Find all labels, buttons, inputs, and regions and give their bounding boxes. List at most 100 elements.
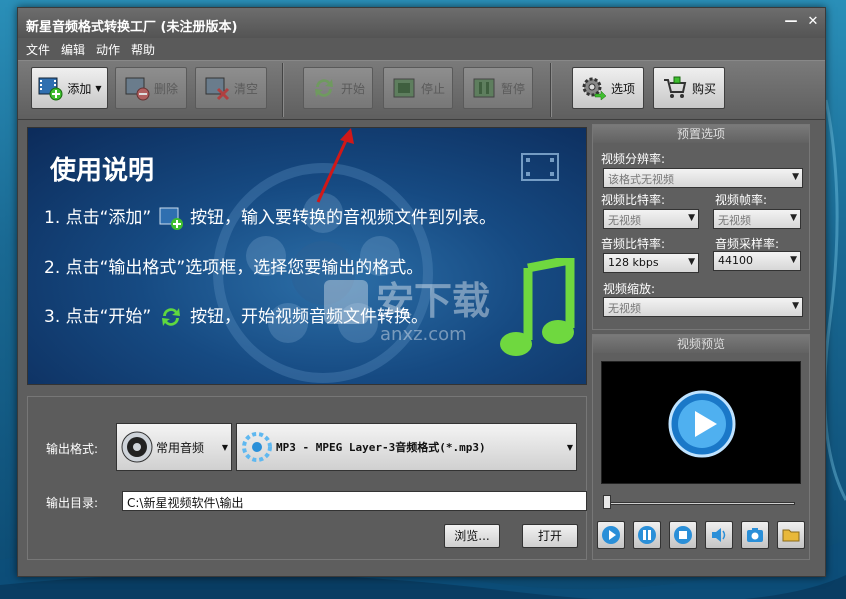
output-format-label: 输出格式: bbox=[46, 442, 99, 456]
close-button[interactable]: ✕ bbox=[803, 13, 823, 31]
format-value: MP3 - MPEG Layer-3音频格式(*.mp3) bbox=[276, 441, 486, 454]
toolbar-separator bbox=[550, 63, 552, 117]
refresh-arrows-icon bbox=[314, 79, 333, 97]
seek-slider-thumb[interactable] bbox=[603, 495, 611, 509]
remove-film-icon bbox=[125, 77, 150, 101]
video-fps-label: 视频帧率: bbox=[715, 193, 768, 207]
pause-icon bbox=[638, 526, 656, 544]
toolbar-separator bbox=[282, 63, 284, 117]
watermark-logo: 安下载 anxz.com bbox=[324, 279, 490, 345]
sample-rate-value: 44100 bbox=[718, 254, 753, 267]
red-arrow-annotation bbox=[316, 128, 354, 203]
step3-text-a: 3. 点击“开始” bbox=[44, 307, 152, 327]
svg-text:安下载: 安下载 bbox=[376, 279, 490, 323]
clear-button[interactable]: 清空 bbox=[195, 67, 267, 109]
seek-slider-track[interactable] bbox=[605, 502, 795, 505]
add-film-icon bbox=[159, 207, 183, 230]
stop-icon bbox=[674, 526, 692, 544]
gear-icon bbox=[582, 77, 607, 101]
menu-action[interactable]: 动作 bbox=[96, 41, 120, 58]
chevron-down-icon: ▼ bbox=[688, 257, 695, 267]
step1-text-a: 1. 点击“添加” bbox=[44, 208, 152, 228]
step1-text-b: 按钮，输入要转换的音视频文件到列表。 bbox=[190, 208, 497, 228]
video-fps-value: 无视频 bbox=[718, 214, 751, 227]
refresh-arrows-icon bbox=[161, 308, 180, 326]
video-preview-panel: 视频预览 bbox=[592, 334, 810, 560]
output-dir-input[interactable]: C:\新星视频软件\输出 bbox=[122, 491, 587, 511]
video-resolution-value: 该格式无视频 bbox=[608, 173, 674, 186]
snapshot-button[interactable] bbox=[741, 521, 769, 549]
video-scale-label: 视频缩放: bbox=[603, 282, 656, 296]
browse-button[interactable]: 浏览... bbox=[444, 524, 500, 548]
svg-text:anxz.com: anxz.com bbox=[380, 324, 467, 345]
video-bitrate-label: 视频比特率: bbox=[601, 193, 666, 207]
video-scale-select[interactable]: 无视频 ▼ bbox=[603, 297, 803, 317]
chevron-down-icon: ▼ bbox=[566, 442, 573, 452]
stop-icon bbox=[393, 78, 415, 98]
output-panel: 输出格式: 常用音频 ▼ MP3 - MPEG Layer-3音频格式(*.mp… bbox=[27, 396, 587, 560]
shopping-cart-icon bbox=[663, 76, 687, 98]
preset-options-title: 预置选项 bbox=[593, 125, 809, 143]
category-value: 常用音频 bbox=[156, 440, 205, 455]
delete-label: 删除 bbox=[153, 81, 178, 96]
cd-disc-icon bbox=[121, 431, 153, 463]
video-fps-select[interactable]: 无视频 ▼ bbox=[713, 209, 801, 229]
camera-icon bbox=[747, 528, 763, 542]
minimize-button[interactable]: — bbox=[781, 13, 801, 31]
sample-rate-select[interactable]: 44100 ▼ bbox=[713, 251, 801, 271]
chevron-down-icon: ▼ bbox=[790, 213, 797, 223]
play-button[interactable] bbox=[597, 521, 625, 549]
open-folder-button[interactable] bbox=[777, 521, 805, 549]
buy-label: 购买 bbox=[691, 81, 716, 96]
open-button[interactable]: 打开 bbox=[522, 524, 578, 548]
chevron-down-icon: ▼ bbox=[688, 213, 695, 223]
menu-help[interactable]: 帮助 bbox=[131, 41, 155, 58]
menu-edit[interactable]: 编辑 bbox=[61, 41, 85, 58]
play-icon bbox=[602, 526, 620, 544]
play-big-icon[interactable] bbox=[668, 390, 736, 458]
app-window: 新星音频格式转换工厂 (未注册版本) — ✕ 文件 编辑 动作 帮助 添加 ▼ … bbox=[17, 7, 826, 577]
video-bitrate-select[interactable]: 无视频 ▼ bbox=[603, 209, 699, 229]
video-screen[interactable] bbox=[601, 361, 801, 484]
toolbar: 添加 ▼ 删除 清空 开始 停止 暂停 选项 购买 bbox=[18, 60, 825, 120]
delete-button[interactable]: 删除 bbox=[115, 67, 187, 109]
video-scale-value: 无视频 bbox=[608, 302, 641, 315]
output-dir-label: 输出目录: bbox=[46, 496, 99, 510]
chevron-down-icon[interactable]: ▼ bbox=[95, 84, 101, 93]
folder-icon bbox=[782, 529, 800, 542]
banner-title: 使用说明 bbox=[50, 156, 155, 186]
stop-button[interactable]: 停止 bbox=[383, 67, 453, 109]
chevron-down-icon: ▼ bbox=[792, 172, 799, 182]
menu-file[interactable]: 文件 bbox=[26, 41, 50, 58]
pause-icon bbox=[473, 78, 495, 98]
preset-options-panel: 预置选项 视频分辨率: 该格式无视频 ▼ 视频比特率: 无视频 ▼ 视频帧率: … bbox=[592, 124, 810, 330]
audio-format-icon bbox=[242, 432, 272, 462]
start-button[interactable]: 开始 bbox=[303, 67, 373, 109]
pause-label: 暂停 bbox=[500, 81, 525, 96]
pause-button[interactable]: 暂停 bbox=[463, 67, 533, 109]
pause-preview-button[interactable] bbox=[633, 521, 661, 549]
video-resolution-select[interactable]: 该格式无视频 ▼ bbox=[603, 168, 803, 188]
category-select[interactable]: 常用音频 ▼ bbox=[116, 423, 232, 471]
audio-bitrate-select[interactable]: 128 kbps ▼ bbox=[603, 253, 699, 273]
speaker-icon bbox=[712, 528, 726, 542]
start-label: 开始 bbox=[340, 81, 365, 96]
title-bar: 新星音频格式转换工厂 (未注册版本) — ✕ bbox=[18, 8, 825, 38]
options-button[interactable]: 选项 bbox=[572, 67, 644, 109]
clear-film-icon bbox=[205, 77, 230, 101]
stop-label: 停止 bbox=[420, 81, 445, 96]
format-select[interactable]: MP3 - MPEG Layer-3音频格式(*.mp3) ▼ bbox=[236, 423, 577, 471]
instruction-step-1: 1. 点击“添加” 按钮，输入要转换的音视频文件到列表。 bbox=[44, 203, 496, 231]
volume-button[interactable] bbox=[705, 521, 733, 549]
instructions-banner: 使用说明 1. 点击“添加” 按钮，输入要转换的音视频文件到列表。 2. 点击“… bbox=[27, 127, 587, 385]
buy-button[interactable]: 购买 bbox=[653, 67, 725, 109]
add-film-icon bbox=[38, 77, 63, 101]
sample-rate-label: 音频采样率: bbox=[715, 237, 780, 251]
video-resolution-label: 视频分辨率: bbox=[601, 152, 666, 166]
window-title: 新星音频格式转换工厂 (未注册版本) bbox=[26, 20, 238, 35]
chevron-down-icon: ▼ bbox=[221, 442, 228, 452]
add-label: 添加 bbox=[67, 81, 92, 96]
add-button[interactable]: 添加 ▼ bbox=[31, 67, 108, 109]
stop-preview-button[interactable] bbox=[669, 521, 697, 549]
clear-label: 清空 bbox=[233, 81, 258, 96]
